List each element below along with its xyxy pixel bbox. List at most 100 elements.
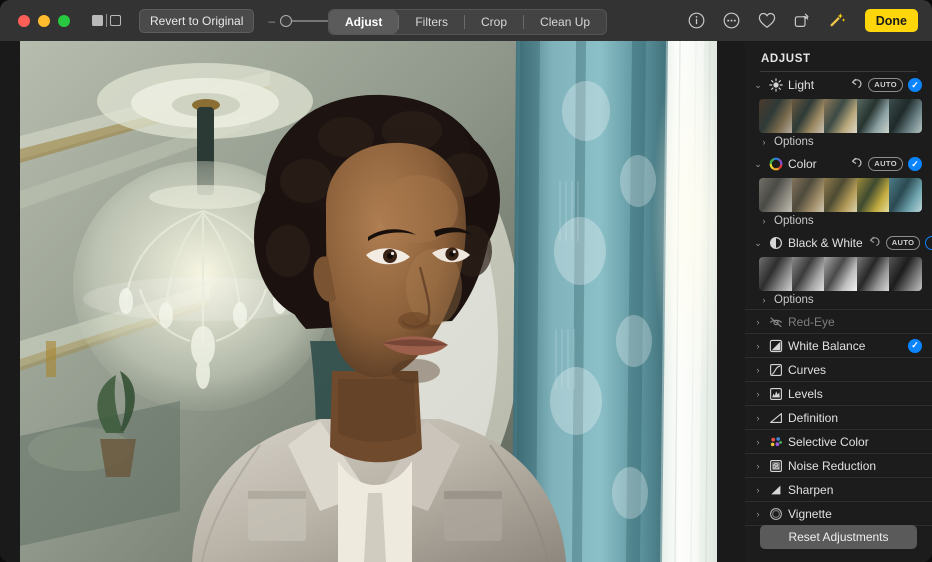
chevron-right-icon[interactable]: › bbox=[753, 461, 763, 471]
light-variant-thumb[interactable] bbox=[889, 99, 922, 133]
color-variant-thumb[interactable] bbox=[759, 178, 792, 212]
section-label: White Balance bbox=[788, 339, 903, 353]
more-options-icon[interactable] bbox=[723, 12, 741, 30]
section-red-eye[interactable]: › Red-Eye bbox=[745, 309, 932, 334]
section-noise-reduction[interactable]: › Noise Reduction bbox=[745, 454, 932, 478]
reset-black-and-white-icon[interactable] bbox=[868, 235, 881, 251]
white-balance-icon bbox=[768, 338, 783, 353]
section-label: Vignette bbox=[788, 507, 922, 521]
bw-variant-thumb[interactable] bbox=[857, 257, 890, 291]
bw-variant-thumb[interactable] bbox=[759, 257, 792, 291]
rotate-icon[interactable] bbox=[793, 12, 811, 30]
reset-light-icon[interactable] bbox=[850, 77, 863, 93]
section-curves[interactable]: › Curves bbox=[745, 358, 932, 382]
chevron-right-icon[interactable]: › bbox=[753, 389, 763, 399]
light-enabled-checkbox[interactable] bbox=[908, 78, 922, 92]
noise-reduction-icon bbox=[768, 458, 783, 473]
black-and-white-options-row[interactable]: › Options bbox=[745, 291, 932, 309]
section-black-and-white[interactable]: ⌄ Black & White AUTO bbox=[745, 230, 932, 256]
section-label: Curves bbox=[788, 363, 922, 377]
color-variant-filmstrip[interactable] bbox=[759, 178, 922, 212]
light-variant-thumb[interactable] bbox=[857, 99, 890, 133]
chevron-down-icon[interactable]: ⌄ bbox=[753, 159, 763, 170]
auto-enhance-wand-icon[interactable] bbox=[828, 12, 846, 30]
levels-icon bbox=[768, 386, 783, 401]
tab-clean-up[interactable]: Clean Up bbox=[524, 10, 606, 34]
chevron-right-icon[interactable]: › bbox=[753, 509, 763, 519]
color-variant-thumb[interactable] bbox=[857, 178, 890, 212]
color-variant-thumb[interactable] bbox=[824, 178, 857, 212]
zoom-slider-knob[interactable] bbox=[280, 15, 292, 27]
bw-variant-thumb[interactable] bbox=[889, 257, 922, 291]
toggle-sidebar-button[interactable] bbox=[92, 14, 121, 27]
done-button[interactable]: Done bbox=[865, 9, 918, 32]
auto-color-button[interactable]: AUTO bbox=[868, 157, 903, 171]
minimize-window-button[interactable] bbox=[38, 15, 50, 27]
color-wheel-icon bbox=[768, 157, 783, 172]
favorite-heart-icon[interactable] bbox=[758, 12, 776, 30]
section-label: Levels bbox=[788, 387, 922, 401]
section-vignette[interactable]: › Vignette bbox=[745, 502, 932, 526]
chevron-right-icon[interactable]: › bbox=[753, 437, 763, 447]
reset-color-icon[interactable] bbox=[850, 156, 863, 172]
revert-to-original-button[interactable]: Revert to Original bbox=[139, 9, 254, 33]
chevron-right-icon[interactable]: › bbox=[753, 317, 763, 327]
auto-light-button[interactable]: AUTO bbox=[868, 78, 903, 92]
reset-adjustments-button[interactable]: Reset Adjustments bbox=[760, 525, 917, 549]
black-and-white-enabled-checkbox[interactable] bbox=[925, 236, 932, 250]
section-light[interactable]: ⌄ Light AUTO bbox=[745, 72, 932, 98]
edited-photo[interactable] bbox=[20, 41, 717, 562]
tab-filters[interactable]: Filters bbox=[399, 10, 464, 34]
chevron-right-icon[interactable]: › bbox=[759, 137, 769, 147]
zoom-window-button[interactable] bbox=[58, 15, 70, 27]
done-label: Done bbox=[876, 14, 907, 28]
section-levels[interactable]: › Levels bbox=[745, 382, 932, 406]
section-definition[interactable]: › Definition bbox=[745, 406, 932, 430]
photos-edit-window: Revert to Original – + Adjust Filters Cr… bbox=[0, 0, 932, 562]
photo-canvas[interactable] bbox=[0, 41, 745, 562]
tab-adjust[interactable]: Adjust bbox=[329, 10, 398, 34]
light-variant-thumb[interactable] bbox=[759, 99, 792, 133]
close-window-button[interactable] bbox=[18, 15, 30, 27]
color-options-row[interactable]: › Options bbox=[745, 212, 932, 230]
page-title: ADJUST bbox=[745, 41, 932, 71]
color-variant-thumb[interactable] bbox=[792, 178, 825, 212]
section-color[interactable]: ⌄ Color AUTO bbox=[745, 151, 932, 177]
bw-variant-thumb[interactable] bbox=[824, 257, 857, 291]
section-white-balance[interactable]: › White Balance bbox=[745, 334, 932, 358]
edit-mode-segmented-control[interactable]: Adjust Filters Crop Clean Up bbox=[328, 9, 607, 35]
chevron-right-icon[interactable]: › bbox=[753, 365, 763, 375]
chevron-down-icon[interactable]: ⌄ bbox=[753, 80, 763, 91]
toolbar-right-actions: Done bbox=[688, 0, 918, 41]
chevron-down-icon[interactable]: ⌄ bbox=[753, 238, 763, 249]
light-variant-filmstrip[interactable] bbox=[759, 99, 922, 133]
zoom-out-icon[interactable]: – bbox=[268, 15, 275, 27]
adjust-sidebar: ADJUST ⌄ Light AUTO bbox=[745, 41, 932, 562]
tab-crop[interactable]: Crop bbox=[465, 10, 523, 34]
white-balance-enabled-checkbox[interactable] bbox=[908, 339, 922, 353]
chevron-right-icon[interactable]: › bbox=[753, 341, 763, 351]
info-icon[interactable] bbox=[688, 12, 706, 30]
color-variant-thumb[interactable] bbox=[889, 178, 922, 212]
revert-to-original-label: Revert to Original bbox=[150, 14, 243, 28]
bw-variant-thumb[interactable] bbox=[792, 257, 825, 291]
section-sharpen[interactable]: › Sharpen bbox=[745, 478, 932, 502]
section-selective-color[interactable]: › Selective Color bbox=[745, 430, 932, 454]
section-label: Definition bbox=[788, 411, 922, 425]
light-variant-thumb[interactable] bbox=[792, 99, 825, 133]
black-and-white-variant-filmstrip[interactable] bbox=[759, 257, 922, 291]
traffic-lights bbox=[18, 15, 70, 27]
chevron-right-icon[interactable]: › bbox=[753, 413, 763, 423]
sidebar-divider bbox=[106, 14, 107, 27]
light-options-row[interactable]: › Options bbox=[745, 133, 932, 151]
chevron-right-icon[interactable]: › bbox=[753, 485, 763, 495]
brightness-sun-icon bbox=[768, 78, 783, 93]
auto-black-and-white-button[interactable]: AUTO bbox=[886, 236, 921, 250]
definition-icon bbox=[768, 410, 783, 425]
color-enabled-checkbox[interactable] bbox=[908, 157, 922, 171]
light-variant-thumb[interactable] bbox=[824, 99, 857, 133]
chevron-right-icon[interactable]: › bbox=[759, 216, 769, 226]
chevron-right-icon[interactable]: › bbox=[759, 295, 769, 305]
contrast-circle-icon bbox=[768, 236, 783, 251]
section-label: Red-Eye bbox=[788, 315, 922, 329]
